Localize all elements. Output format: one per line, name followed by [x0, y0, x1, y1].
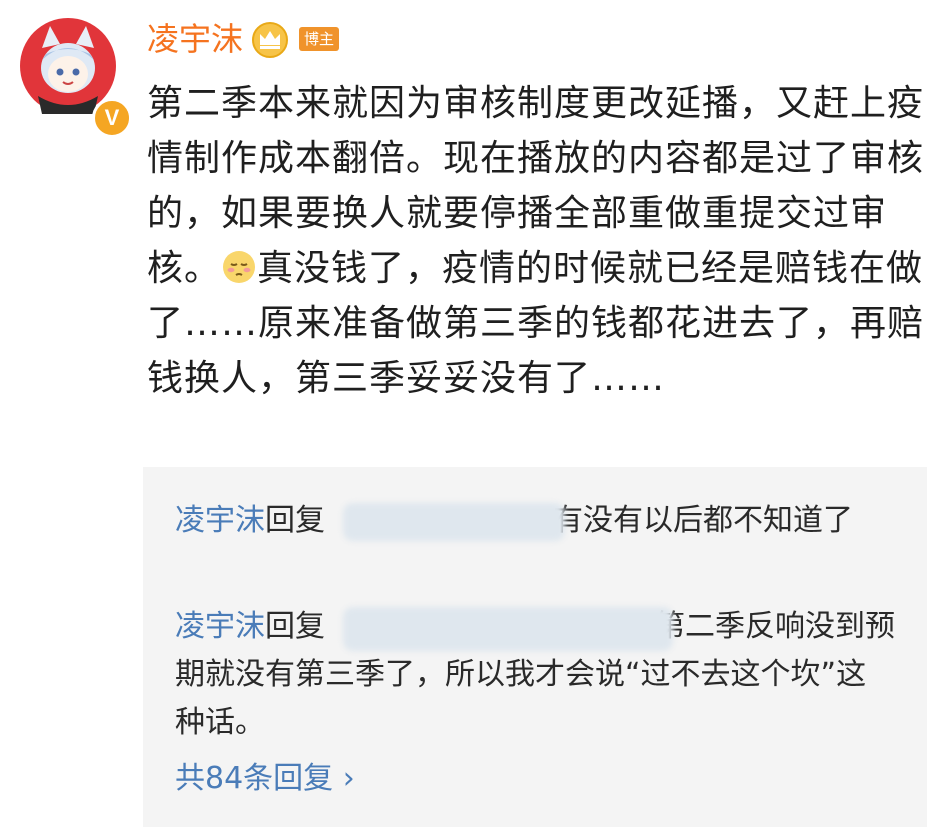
- replies-panel: 凌宇沫回复 有没有以后都不知道了 凌宇沫回复 第二季反响没到预期就没有第三季了，所以…: [143, 467, 927, 827]
- author-tag: 博主: [299, 27, 340, 51]
- avatar[interactable]: V: [20, 18, 132, 138]
- more-replies-link[interactable]: 共84条回复 ›: [175, 755, 355, 803]
- crown-icon: [252, 22, 289, 58]
- reply-text: 有没有以后都不知道了: [553, 503, 853, 538]
- blushing-face-icon: [223, 251, 256, 283]
- username-link[interactable]: 凌宇沫: [147, 16, 243, 62]
- post-header: 凌宇沫 博主: [147, 16, 340, 62]
- post-text-part-2: 真没钱了，疫情的时候就已经是赔钱在做了……原来准备做第三季的钱都花进去了，再赔钱…: [147, 248, 925, 399]
- verified-badge-icon: V: [92, 98, 132, 138]
- redaction-blur: [343, 607, 673, 651]
- redaction-blur: [343, 503, 565, 541]
- reply-verb: 回复: [265, 503, 325, 538]
- reply-username[interactable]: 凌宇沫: [175, 503, 265, 538]
- reply-username[interactable]: 凌宇沫: [175, 609, 265, 644]
- reply-verb: 回复: [265, 609, 325, 644]
- post-content: 第二季本来就因为审核制度更改延播，又赶上疫情制作成本翻倍。现在播放的内容都是过了…: [147, 76, 932, 406]
